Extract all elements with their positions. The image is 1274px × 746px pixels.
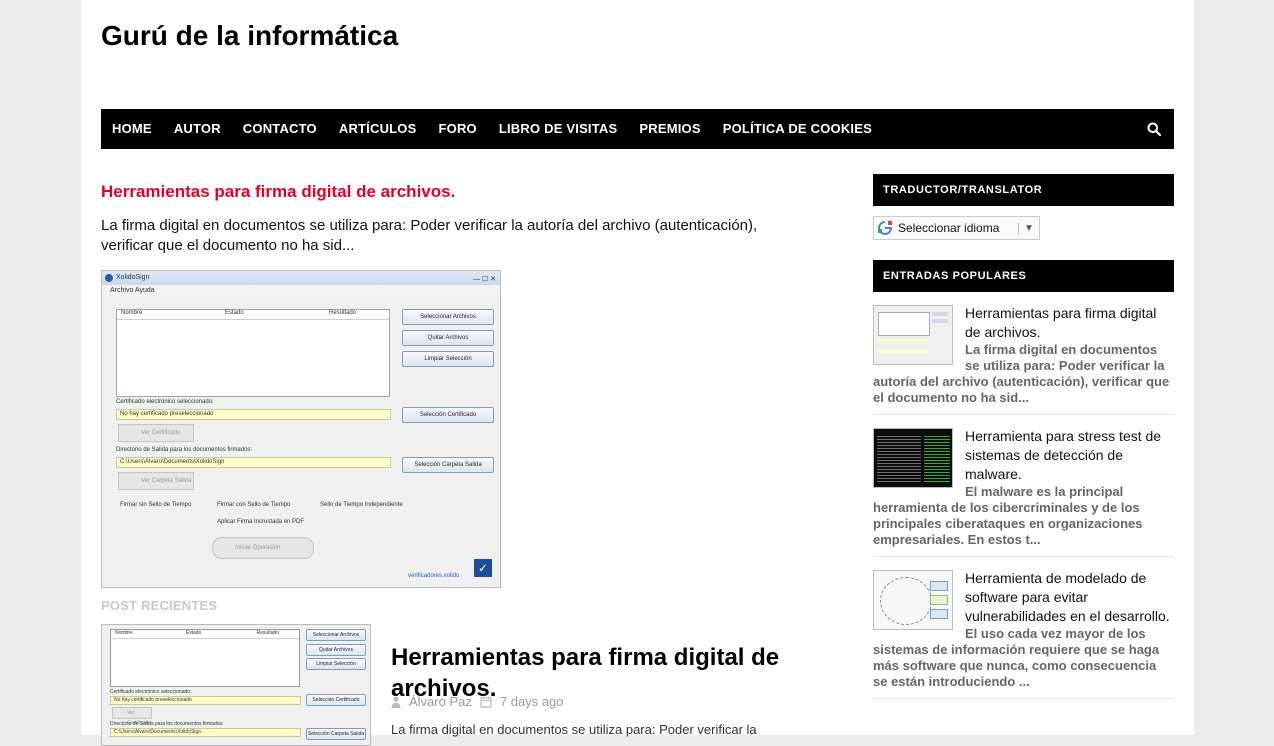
thumb-diagram-box [930,609,948,619]
popular-post-thumbnail[interactable] [873,428,953,488]
app-logo-icon [105,274,113,282]
popular-post-thumbnail[interactable] [873,305,953,365]
sidebar: TRADUCTOR/TRANSLATOR Seleccionar idioma … [873,174,1174,707]
page-container: Gurú de la informática HOME AUTOR CONTAC… [81,0,1194,746]
thumb-field [878,350,928,353]
app-menu-bar: Archivo Ayuda [102,285,500,297]
thumb-diagram-node [880,577,932,625]
nav-premios[interactable]: PREMIOS [628,109,711,149]
featured-post-image[interactable]: XolidoSign — ☐ ✕ Archivo Ayuda Nombre Es… [101,270,501,588]
thumb-clear-selection-button: Limpiar Selección [306,658,366,670]
main-content: Herramientas para firma digital de archi… [101,170,821,746]
thumb-cert-label: Certificado electrónico seleccionado: [110,689,192,695]
author-icon [391,696,401,708]
popular-post-item[interactable]: Herramienta de modelado de software para… [873,565,1174,699]
search-button[interactable] [1134,109,1174,149]
recent-post-meta: Álvaro Paz 7 days ago [391,694,563,709]
featured-post-title[interactable]: Herramientas para firma digital de archi… [101,182,821,202]
main-nav: HOME AUTOR CONTACTO ARTÍCULOS FORO LIBRO… [101,109,1174,149]
popular-posts-list: Herramientas para firma digital de archi… [873,300,1174,699]
col-estado: Estado [225,310,244,316]
app-select-folder-button: Selección Carpeta Salida [402,457,494,473]
google-translate-icon [876,219,894,237]
thumb-col-nombre: Nombre [115,630,133,636]
app-view-folder-button: Ver Carpeta Salida [118,472,194,490]
thumb-diagram-box [930,581,948,591]
app-start-button: Iniciar Operación [212,537,314,559]
app-folder-label: Directorio de Salida para los documentos… [116,447,253,453]
app-footer-text: verificadores.xolido [408,573,460,579]
app-view-cert-button: Ver Certificado [118,424,194,442]
recent-post-author[interactable]: Álvaro Paz [409,694,472,709]
thumb-remove-files-button: Quitar Archivos [306,644,366,656]
recent-post-thumbnail[interactable]: Nombre Estado Resultado Seleccionar Arch… [101,624,371,746]
language-select[interactable]: Seleccionar idioma ▼ [873,216,1040,240]
translator-heading: TRADUCTOR/TRANSLATOR [873,174,1174,206]
thumb-list-box: Nombre Estado Resultado [110,629,300,687]
app-window-title: XolidoSign — ☐ ✕ [102,271,500,285]
nav-contacto[interactable]: CONTACTO [232,109,328,149]
nav-home[interactable]: HOME [101,109,163,149]
popular-post-item[interactable]: Herramientas para firma digital de archi… [873,300,1174,415]
col-resultado: Resultado [329,310,357,316]
site-title[interactable]: Gurú de la informática [101,20,398,52]
thumb-cert-field: No hay certificado preseleccionado [110,696,301,705]
app-radio-timestamp: Firmar con Sello de Tiempo [217,502,291,508]
window-controls-icon: — ☐ ✕ [472,276,496,283]
thumb-folder-field: C:\Users\Alvaro\Documents\XolidoSign [110,728,301,737]
thumb-view-cert-button: Ver Certificado [112,707,152,726]
app-window-body: Nombre Estado Resultado Seleccionar Arch… [102,297,500,587]
app-clear-selection-button: Limpiar Selección [402,351,494,367]
popular-heading: ENTRADAS POPULARES [873,260,1174,292]
featured-post-excerpt: La firma digital en documentos se utiliz… [101,217,758,254]
col-nombre: Nombre [121,310,143,316]
nav-politica-de-cookies[interactable]: POLÍTICA DE COOKIES [712,109,883,149]
popular-post-thumbnail[interactable] [873,570,953,630]
thumb-button [932,312,948,316]
thumb-button [932,319,948,323]
thumb-terminal-left [877,434,921,482]
thumb-field [878,339,928,342]
app-title-text: XolidoSign [116,274,150,281]
thumb-select-cert-button: Selección Certificado [306,694,366,706]
popular-post-item[interactable]: Herramienta para stress test de sistemas… [873,423,1174,557]
file-list-header: Nombre Estado Resultado [117,310,389,320]
app-checkbox-pdf: Aplicar Firma Incrustada en PDF [217,519,305,525]
thumb-select-folder-button: Selección Carpeta Salida [306,728,366,740]
app-radio-no-timestamp: Firmar sin Sello de Tiempo [120,502,192,508]
app-check-icon: ✓ [474,559,492,577]
thumb-diagram-box [930,595,948,605]
app-select-cert-button: Selección Certificado [402,407,494,423]
thumb-panel [878,312,930,336]
recent-post-date: 7 days ago [499,694,564,709]
calendar-icon [480,696,492,708]
search-icon [1147,122,1161,136]
thumb-terminal-right [924,434,950,482]
thumb-col-estado: Estado [185,630,202,636]
file-list-box: Nombre Estado Resultado [116,309,390,397]
thumb-col-resultado: Resultado [256,630,280,636]
app-folder-field: C:\Users\Alvaro\Documents\XolidoSign [116,457,391,468]
nav-foro[interactable]: FORO [428,109,488,149]
nav-articulos[interactable]: ARTÍCULOS [328,109,428,149]
popular-post-snippet: El malware es la principal herramienta d… [873,484,1143,547]
thumb-select-files-button: Seleccionar Archivos [306,629,366,641]
recent-posts-label: POST RECIENTES [101,598,218,613]
thumb-list-header: Nombre Estado Resultado [111,630,299,639]
nav-autor[interactable]: AUTOR [163,109,232,149]
popular-post-snippet: El uso cada vez mayor de los sistemas de… [873,626,1160,689]
app-cert-label: Certificado electrónico seleccionado: [116,399,214,405]
nav-libro-de-visitas[interactable]: LIBRO DE VISITAS [488,109,629,149]
app-remove-files-button: Quitar Archivos [402,330,494,346]
dropdown-arrow-icon: ▼ [1018,222,1039,234]
app-radio-independent: Sello de Tiempo Independiente [320,502,403,508]
app-cert-field: No hay certificado preseleccionado [116,409,391,420]
thumb-folder-label: Directorio de Salida para los documentos… [110,721,224,727]
language-select-label: Seleccionar idioma [898,221,1000,235]
app-select-files-button: Seleccionar Archivos [402,309,494,325]
